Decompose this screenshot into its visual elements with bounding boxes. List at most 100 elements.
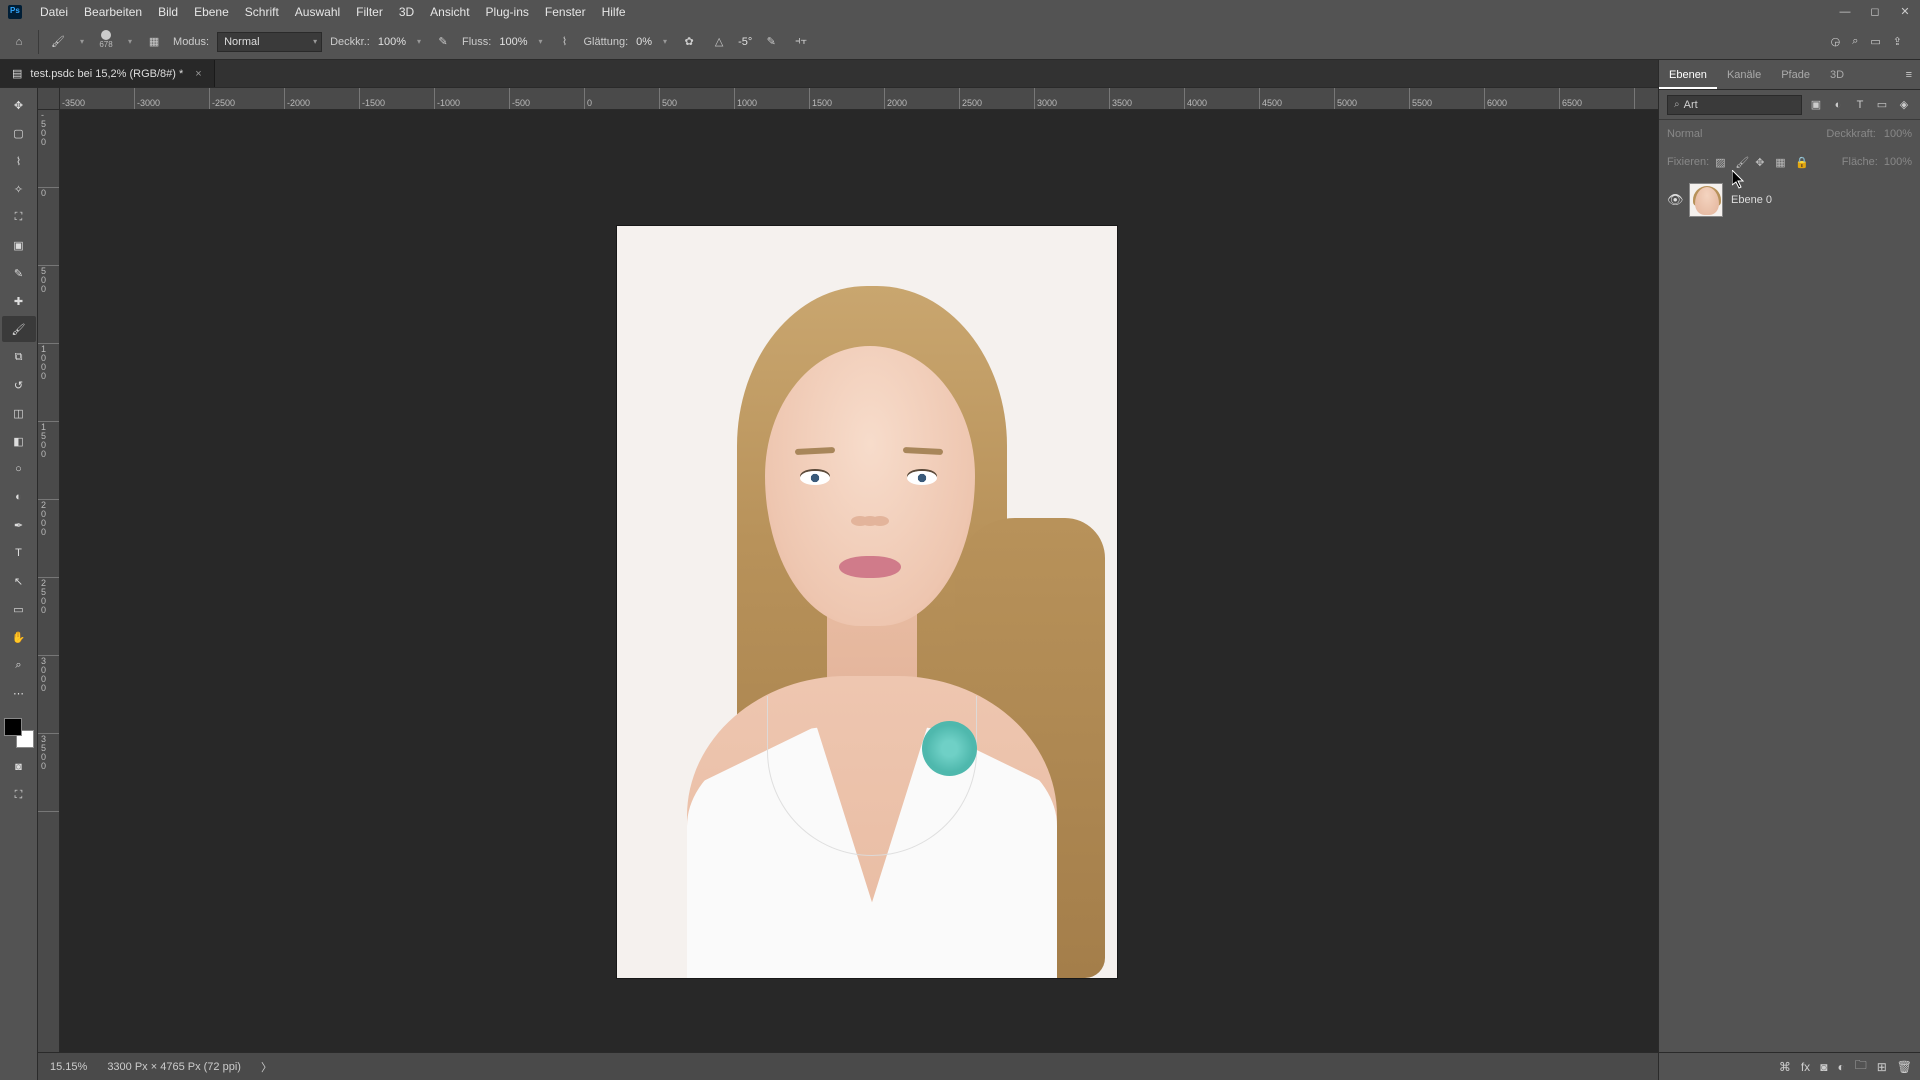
symmetry-icon[interactable]: ⫞⫟ (790, 31, 812, 53)
quickmask-tool[interactable]: ◙ (2, 754, 36, 780)
ruler-origin[interactable] (38, 88, 60, 110)
lock-all-icon[interactable]: 🔒 (1795, 156, 1809, 169)
smoothing-dropdown[interactable]: ▾ (660, 37, 670, 46)
lock-nest-icon[interactable]: ▦ (1775, 156, 1789, 169)
layer-mask-icon[interactable]: ◙ (1820, 1060, 1827, 1074)
info-arrow-icon[interactable]: 〉 (261, 1059, 272, 1075)
tab-pfade[interactable]: Pfade (1771, 60, 1820, 89)
panel-menu-icon[interactable]: ≡ (1898, 60, 1920, 89)
home-icon[interactable]: ⌂ (8, 31, 30, 53)
tab-kanaele[interactable]: Kanäle (1717, 60, 1771, 89)
smoothing-value[interactable]: 0% (636, 36, 652, 48)
edit-toolbar[interactable]: ⋯ (2, 680, 36, 706)
link-layers-icon[interactable]: ⌘ (1779, 1060, 1791, 1074)
lasso-tool[interactable]: ⌇ (2, 148, 36, 174)
mode-select[interactable]: Normal (217, 32, 322, 52)
layer-opacity-value[interactable]: 100% (1884, 128, 1912, 140)
tab-3d[interactable]: 3D (1820, 60, 1854, 89)
healing-tool[interactable]: ✚ (2, 288, 36, 314)
type-tool[interactable]: T (2, 540, 36, 566)
eraser-tool[interactable]: ◫ (2, 400, 36, 426)
history-brush-tool[interactable]: ↺ (2, 372, 36, 398)
zoom-tool[interactable]: ⌕ (2, 652, 36, 678)
brush-preview-button[interactable]: 678 (95, 28, 117, 56)
lock-pos-icon[interactable]: ✥ (1755, 156, 1769, 169)
cloud-docs-icon[interactable]: ◶ (1831, 35, 1841, 48)
smoothing-options-icon[interactable]: ✿ (678, 31, 700, 53)
lock-trans-icon[interactable]: ▨ (1715, 156, 1729, 169)
opacity-value[interactable]: 100% (378, 36, 406, 48)
blend-mode-select[interactable]: Normal (1667, 128, 1818, 140)
maximize-button[interactable]: ◻ (1860, 0, 1890, 24)
share-icon[interactable]: ⇪ (1893, 35, 1902, 48)
opacity-dropdown[interactable]: ▾ (414, 37, 424, 46)
brush-dropdown[interactable]: ▾ (125, 37, 135, 46)
pen-tool[interactable]: ✒ (2, 512, 36, 538)
close-button[interactable]: ✕ (1890, 0, 1920, 24)
layer-filter-select[interactable]: ⌕ Art (1667, 95, 1802, 115)
group-icon[interactable]: 🗀 (1855, 1056, 1867, 1077)
lock-paint-icon[interactable]: 🖌 (1735, 156, 1749, 169)
eyedropper-tool[interactable]: ✎ (2, 260, 36, 286)
layer-style-icon[interactable]: fx (1801, 1060, 1810, 1074)
brush-tool[interactable]: 🖌 (2, 316, 36, 342)
flow-dropdown[interactable]: ▾ (535, 37, 545, 46)
menu-ansicht[interactable]: Ansicht (422, 0, 477, 24)
menu-bild[interactable]: Bild (150, 0, 186, 24)
fill-value[interactable]: 100% (1884, 156, 1912, 168)
menu-3d[interactable]: 3D (391, 0, 422, 24)
zoom-level[interactable]: 15.15% (50, 1061, 87, 1073)
marquee-tool[interactable]: ▢ (2, 120, 36, 146)
angle-icon[interactable]: △ (708, 31, 730, 53)
menu-bearbeiten[interactable]: Bearbeiten (76, 0, 150, 24)
filter-shape-icon[interactable]: ▭ (1874, 97, 1890, 113)
new-layer-icon[interactable]: ⊞ (1877, 1060, 1887, 1074)
screenmode-tool[interactable]: ⛶ (2, 782, 36, 808)
minimize-button[interactable]: — (1830, 0, 1860, 24)
ruler-horizontal[interactable]: -3500 -3000 -2500 -2000 -1500 -1000 -500… (60, 88, 1658, 110)
menu-datei[interactable]: Datei (32, 0, 76, 24)
frame-tool[interactable]: ▣ (2, 232, 36, 258)
hand-tool[interactable]: ✋ (2, 624, 36, 650)
path-tool[interactable]: ↖ (2, 568, 36, 594)
move-tool[interactable]: ✥ (2, 92, 36, 118)
document-tab[interactable]: ▤ test.psdc bei 15,2% (RGB/8#) * × (0, 60, 215, 87)
pressure-size-icon[interactable]: ✎ (760, 31, 782, 53)
filter-type-icon[interactable]: T (1852, 97, 1868, 113)
workspace-icon[interactable]: ▭ (1870, 35, 1880, 48)
close-tab-icon[interactable]: × (195, 68, 201, 80)
layer-name-label[interactable]: Ebene 0 (1731, 194, 1772, 206)
search-icon[interactable]: ⌕ (1852, 35, 1858, 48)
menu-schrift[interactable]: Schrift (237, 0, 287, 24)
flow-value[interactable]: 100% (499, 36, 527, 48)
visibility-icon[interactable]: 👁 (1667, 192, 1681, 208)
dodge-tool[interactable]: ◐ (2, 484, 36, 510)
layer-row[interactable]: 👁 Ebene 0 (1659, 180, 1920, 220)
angle-value[interactable]: -5° (738, 36, 752, 48)
adjustment-layer-icon[interactable]: ◐ (1837, 1060, 1844, 1074)
canvas-image[interactable] (617, 226, 1117, 978)
foreground-color[interactable] (4, 718, 22, 736)
wand-tool[interactable]: ✧ (2, 176, 36, 202)
filter-smart-icon[interactable]: ◈ (1896, 97, 1912, 113)
airbrush-icon[interactable]: ⌇ (554, 31, 576, 53)
color-swatches[interactable] (4, 718, 34, 748)
pressure-opacity-icon[interactable]: ✎ (432, 31, 454, 53)
shape-tool[interactable]: ▭ (2, 596, 36, 622)
tool-preset-dropdown[interactable]: ▾ (77, 37, 87, 46)
filter-adjust-icon[interactable]: ◐ (1830, 97, 1846, 113)
menu-ebene[interactable]: Ebene (186, 0, 237, 24)
tab-ebenen[interactable]: Ebenen (1659, 60, 1717, 89)
gradient-tool[interactable]: ◧ (2, 428, 36, 454)
layer-thumbnail[interactable] (1689, 183, 1723, 217)
blur-tool[interactable]: ○ (2, 456, 36, 482)
clone-tool[interactable]: ⧉ (2, 344, 36, 370)
menu-auswahl[interactable]: Auswahl (287, 0, 348, 24)
tool-preset-icon[interactable]: 🖌 (47, 31, 69, 53)
menu-plugins[interactable]: Plug-ins (478, 0, 537, 24)
brush-panel-icon[interactable]: ▦ (143, 31, 165, 53)
document-info[interactable]: 3300 Px × 4765 Px (72 ppi) (107, 1061, 241, 1073)
crop-tool[interactable]: ⛶ (2, 204, 36, 230)
menu-hilfe[interactable]: Hilfe (594, 0, 634, 24)
menu-filter[interactable]: Filter (348, 0, 391, 24)
